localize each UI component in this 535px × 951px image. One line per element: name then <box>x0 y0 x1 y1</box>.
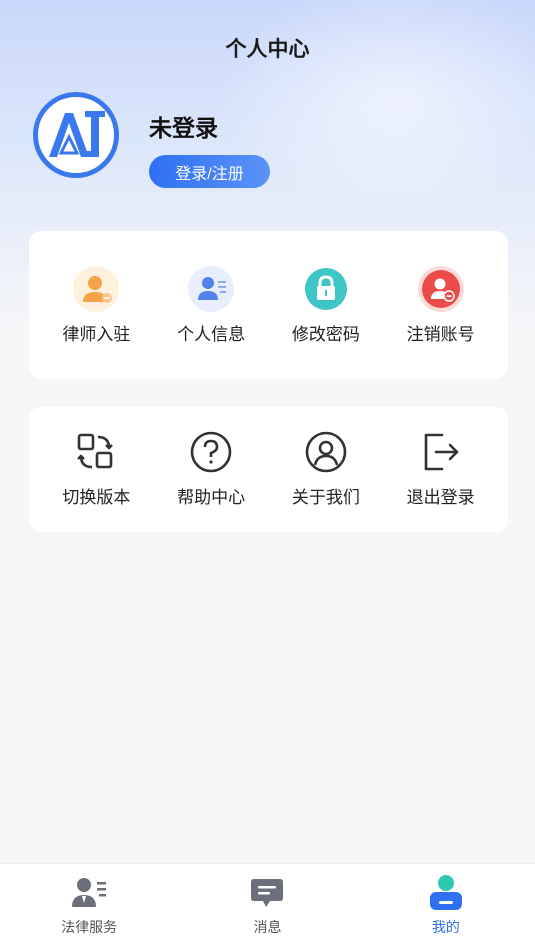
avatar[interactable] <box>33 92 119 178</box>
tab-mine[interactable]: 我的 <box>376 864 516 951</box>
delete-account-icon <box>417 266 464 312</box>
message-icon <box>248 874 286 912</box>
tab-label: 我的 <box>431 920 460 936</box>
menu-item-about-us[interactable]: 关于我们 <box>276 407 376 532</box>
primary-menu-card: 律师入驻 个人信息 修改密码 注销账号 <box>29 231 508 379</box>
tab-legal-service[interactable]: 法律服务 <box>19 864 159 951</box>
secondary-menu-card: 切换版本 帮助中心 关于我们 退出登录 <box>29 407 508 532</box>
legal-service-icon <box>70 874 108 912</box>
menu-label: 注销账号 <box>406 325 475 345</box>
login-register-button[interactable]: 登录/注册 <box>149 155 270 188</box>
menu-label: 退出登录 <box>406 488 475 508</box>
menu-label: 帮助中心 <box>177 488 246 508</box>
bottom-tab-bar: 法律服务 消息 我的 <box>0 863 535 951</box>
menu-label: 律师入驻 <box>62 325 131 345</box>
tab-label: 法律服务 <box>61 920 118 936</box>
menu-label: 个人信息 <box>177 325 246 345</box>
profile-section: 未登录 登录/注册 <box>33 92 503 192</box>
help-icon <box>188 429 234 475</box>
menu-label: 修改密码 <box>291 325 360 345</box>
switch-version-icon <box>73 429 119 475</box>
logout-icon <box>418 429 464 475</box>
menu-item-change-password[interactable]: 修改密码 <box>276 231 376 379</box>
menu-item-switch-version[interactable]: 切换版本 <box>46 407 146 532</box>
tab-label: 消息 <box>253 920 282 936</box>
user-circle-icon <box>303 429 349 475</box>
lock-icon <box>303 266 349 312</box>
tab-messages[interactable]: 消息 <box>197 864 337 951</box>
menu-item-lawyer-join[interactable]: 律师入驻 <box>46 231 146 379</box>
page-title: 个人中心 <box>225 37 310 61</box>
personal-info-icon <box>188 266 235 312</box>
menu-item-help-center[interactable]: 帮助中心 <box>161 407 261 532</box>
menu-label: 切换版本 <box>62 488 131 508</box>
menu-item-personal-info[interactable]: 个人信息 <box>161 231 261 379</box>
lawyer-join-icon <box>73 266 120 312</box>
app-logo-icon <box>49 111 105 157</box>
menu-label: 关于我们 <box>291 488 360 508</box>
profile-tab-icon <box>427 874 465 912</box>
username: 未登录 <box>149 116 218 142</box>
menu-item-logout[interactable]: 退出登录 <box>391 407 491 532</box>
menu-item-delete-account[interactable]: 注销账号 <box>391 231 491 379</box>
